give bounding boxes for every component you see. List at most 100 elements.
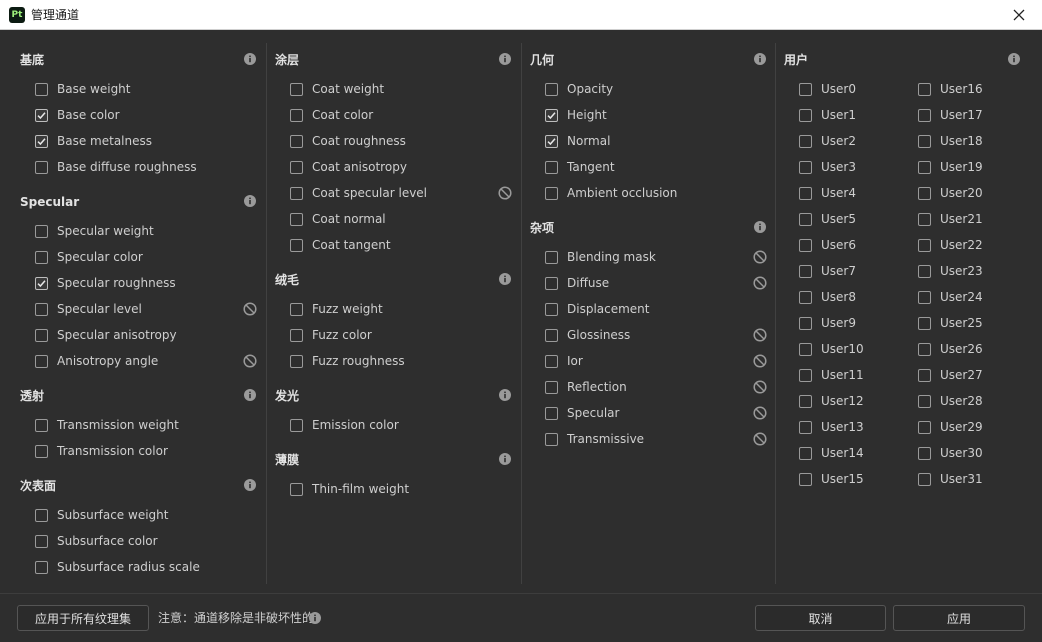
channel-checkbox-user26[interactable]: User26 xyxy=(918,341,983,357)
info-icon[interactable] xyxy=(499,453,511,465)
channel-checkbox-specular-weight[interactable]: Specular weight xyxy=(35,223,154,239)
info-icon[interactable] xyxy=(244,479,256,491)
checkbox[interactable] xyxy=(290,186,303,200)
channel-checkbox-user11[interactable]: User11 xyxy=(799,367,864,383)
checkbox[interactable] xyxy=(545,276,558,290)
channel-checkbox-user25[interactable]: User25 xyxy=(918,315,983,331)
checkbox[interactable] xyxy=(35,82,48,96)
channel-checkbox-specular[interactable]: Specular xyxy=(545,405,619,421)
channel-checkbox-specular-color[interactable]: Specular color xyxy=(35,249,143,265)
channel-checkbox-user29[interactable]: User29 xyxy=(918,419,983,435)
checkbox[interactable] xyxy=(918,264,931,278)
checkbox[interactable] xyxy=(35,276,48,290)
channel-checkbox-user1[interactable]: User1 xyxy=(799,107,856,123)
channel-checkbox-tangent[interactable]: Tangent xyxy=(545,159,615,175)
channel-checkbox-displacement[interactable]: Displacement xyxy=(545,301,650,317)
checkbox[interactable] xyxy=(918,186,931,200)
channel-checkbox-coat-roughness[interactable]: Coat roughness xyxy=(290,133,406,149)
checkbox[interactable] xyxy=(918,108,931,122)
info-icon[interactable] xyxy=(754,221,766,233)
checkbox[interactable] xyxy=(799,212,812,226)
checkbox[interactable] xyxy=(290,82,303,96)
checkbox[interactable] xyxy=(35,328,48,342)
channel-checkbox-user12[interactable]: User12 xyxy=(799,393,864,409)
channel-checkbox-specular-roughness[interactable]: Specular roughness xyxy=(35,275,176,291)
checkbox[interactable] xyxy=(290,160,303,174)
channel-checkbox-base-color[interactable]: Base color xyxy=(35,107,120,123)
channel-checkbox-user24[interactable]: User24 xyxy=(918,289,983,305)
checkbox[interactable] xyxy=(290,354,303,368)
channel-checkbox-specular-anisotropy[interactable]: Specular anisotropy xyxy=(35,327,177,343)
channel-checkbox-user5[interactable]: User5 xyxy=(799,211,856,227)
channel-checkbox-user7[interactable]: User7 xyxy=(799,263,856,279)
checkbox[interactable] xyxy=(290,108,303,122)
checkbox[interactable] xyxy=(799,108,812,122)
checkbox[interactable] xyxy=(35,534,48,548)
apply-button[interactable]: 应用 xyxy=(893,605,1025,631)
channel-checkbox-subsurface-radius-scale[interactable]: Subsurface radius scale xyxy=(35,559,200,575)
checkbox[interactable] xyxy=(918,394,931,408)
checkbox[interactable] xyxy=(918,472,931,486)
checkbox[interactable] xyxy=(35,418,48,432)
channel-checkbox-height[interactable]: Height xyxy=(545,107,607,123)
checkbox[interactable] xyxy=(799,472,812,486)
channel-checkbox-coat-color[interactable]: Coat color xyxy=(290,107,373,123)
channel-checkbox-fuzz-weight[interactable]: Fuzz weight xyxy=(290,301,383,317)
checkbox[interactable] xyxy=(290,418,303,432)
info-icon[interactable] xyxy=(244,195,256,207)
checkbox[interactable] xyxy=(35,444,48,458)
channel-checkbox-normal[interactable]: Normal xyxy=(545,133,610,149)
checkbox[interactable] xyxy=(918,316,931,330)
close-button[interactable] xyxy=(996,0,1042,30)
checkbox[interactable] xyxy=(35,302,48,316)
channel-checkbox-user15[interactable]: User15 xyxy=(799,471,864,487)
channel-checkbox-ambient-occlusion[interactable]: Ambient occlusion xyxy=(545,185,677,201)
checkbox[interactable] xyxy=(290,302,303,316)
checkbox[interactable] xyxy=(545,160,558,174)
checkbox[interactable] xyxy=(35,134,48,148)
channel-checkbox-specular-level[interactable]: Specular level xyxy=(35,301,142,317)
channel-checkbox-user3[interactable]: User3 xyxy=(799,159,856,175)
info-icon[interactable] xyxy=(309,612,321,624)
checkbox[interactable] xyxy=(35,250,48,264)
channel-checkbox-transmission-color[interactable]: Transmission color xyxy=(35,443,168,459)
checkbox[interactable] xyxy=(799,134,812,148)
info-icon[interactable] xyxy=(1008,53,1020,65)
channel-checkbox-coat-weight[interactable]: Coat weight xyxy=(290,81,384,97)
checkbox[interactable] xyxy=(918,82,931,96)
channel-checkbox-anisotropy-angle[interactable]: Anisotropy angle xyxy=(35,353,158,369)
channel-checkbox-subsurface-color[interactable]: Subsurface color xyxy=(35,533,158,549)
checkbox[interactable] xyxy=(545,380,558,394)
checkbox[interactable] xyxy=(35,560,48,574)
channel-checkbox-opacity[interactable]: Opacity xyxy=(545,81,613,97)
checkbox[interactable] xyxy=(799,264,812,278)
checkbox[interactable] xyxy=(799,186,812,200)
channel-checkbox-user20[interactable]: User20 xyxy=(918,185,983,201)
channel-checkbox-user30[interactable]: User30 xyxy=(918,445,983,461)
checkbox[interactable] xyxy=(918,238,931,252)
channel-checkbox-coat-tangent[interactable]: Coat tangent xyxy=(290,237,391,253)
checkbox[interactable] xyxy=(918,134,931,148)
channel-checkbox-user6[interactable]: User6 xyxy=(799,237,856,253)
checkbox[interactable] xyxy=(545,432,558,446)
checkbox[interactable] xyxy=(290,212,303,226)
channel-checkbox-user31[interactable]: User31 xyxy=(918,471,983,487)
checkbox[interactable] xyxy=(799,420,812,434)
channel-checkbox-fuzz-roughness[interactable]: Fuzz roughness xyxy=(290,353,405,369)
checkbox[interactable] xyxy=(545,82,558,96)
channel-checkbox-reflection[interactable]: Reflection xyxy=(545,379,627,395)
channel-checkbox-coat-anisotropy[interactable]: Coat anisotropy xyxy=(290,159,407,175)
checkbox[interactable] xyxy=(35,224,48,238)
info-icon[interactable] xyxy=(499,389,511,401)
channel-checkbox-base-diffuse-roughness[interactable]: Base diffuse roughness xyxy=(35,159,197,175)
info-icon[interactable] xyxy=(754,53,766,65)
checkbox[interactable] xyxy=(799,82,812,96)
channel-checkbox-coat-specular-level[interactable]: Coat specular level xyxy=(290,185,427,201)
channel-checkbox-user19[interactable]: User19 xyxy=(918,159,983,175)
checkbox[interactable] xyxy=(545,328,558,342)
info-icon[interactable] xyxy=(499,53,511,65)
channel-checkbox-coat-normal[interactable]: Coat normal xyxy=(290,211,386,227)
channel-checkbox-user16[interactable]: User16 xyxy=(918,81,983,97)
channel-checkbox-user21[interactable]: User21 xyxy=(918,211,983,227)
checkbox[interactable] xyxy=(290,134,303,148)
